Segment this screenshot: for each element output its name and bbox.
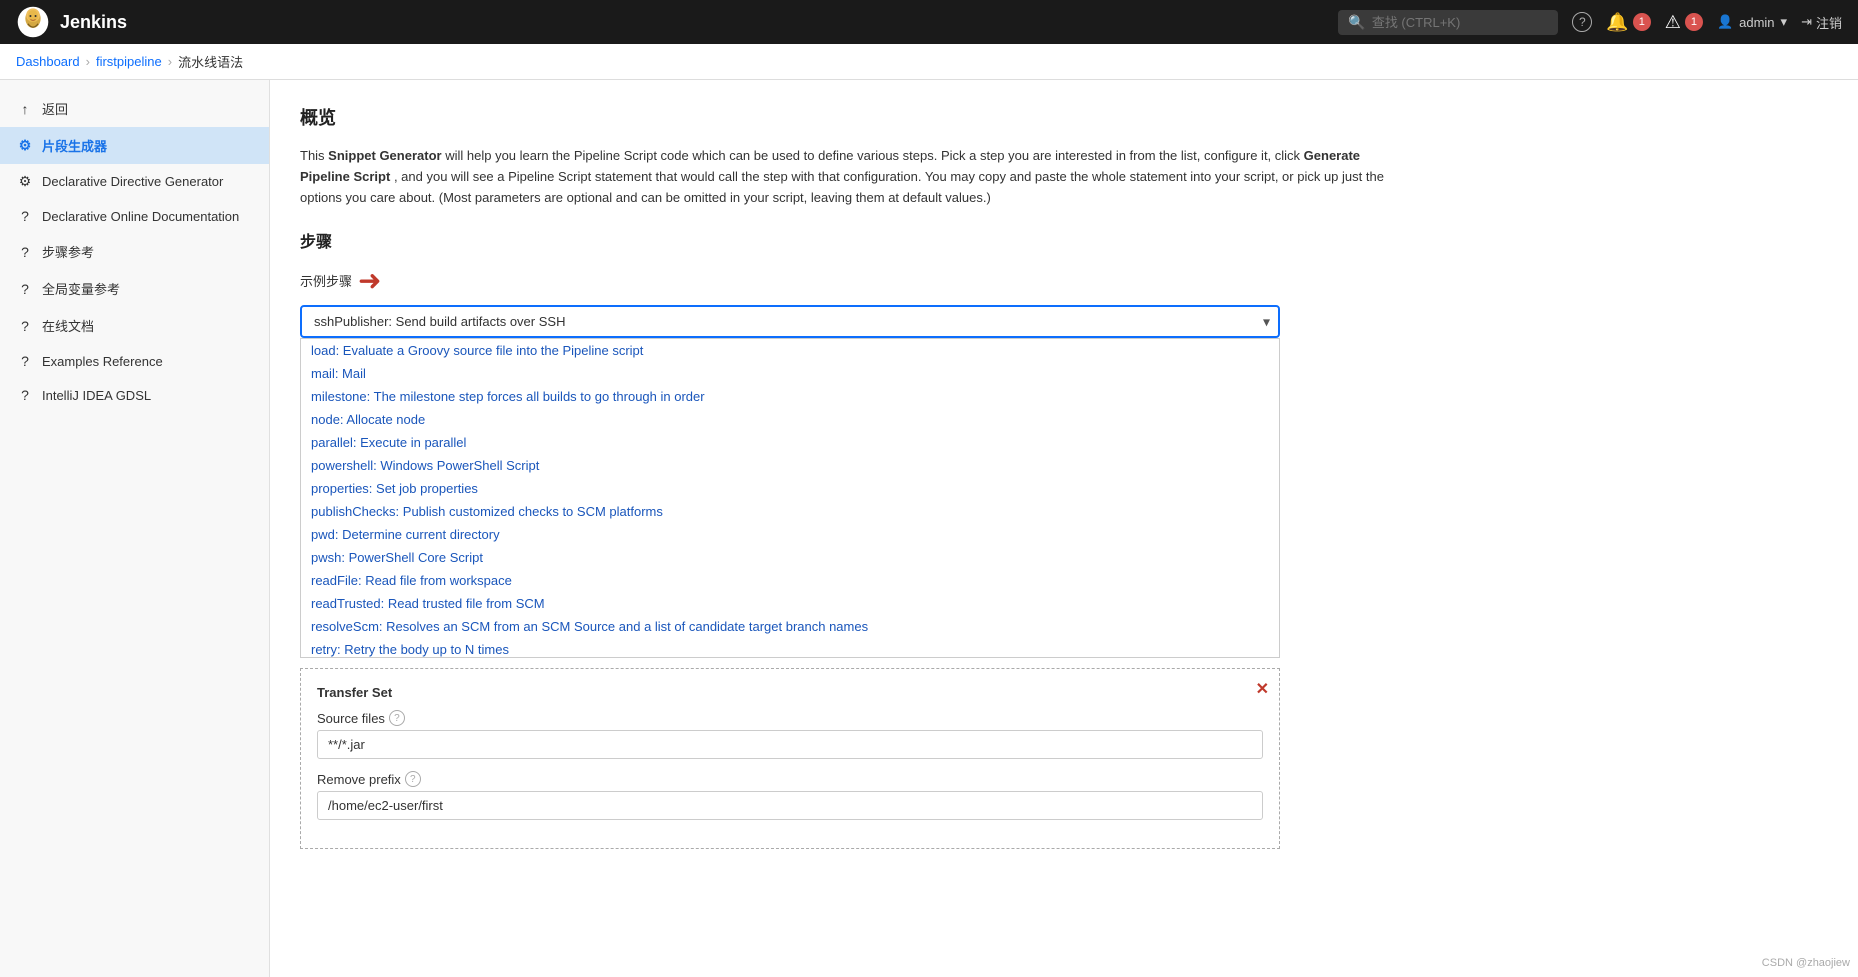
sidebar-item-intellij-gdsl[interactable]: ? IntelliJ IDEA GDSL xyxy=(0,378,269,412)
sidebar-label-declarative-online-doc: Declarative Online Documentation xyxy=(42,209,239,224)
list-item[interactable]: pwsh: PowerShell Core Script xyxy=(301,546,1279,569)
list-item[interactable]: properties: Set job properties xyxy=(301,477,1279,500)
list-item[interactable]: readFile: Read file from workspace xyxy=(301,569,1279,592)
remove-prefix-label: Remove prefix ? xyxy=(317,771,1263,787)
list-item[interactable]: powershell: Windows PowerShell Script xyxy=(301,454,1279,477)
username: admin xyxy=(1739,15,1774,30)
main-content: 概览 This Snippet Generator will help you … xyxy=(270,80,1858,977)
list-item[interactable]: publishChecks: Publish customized checks… xyxy=(301,500,1279,523)
gear-icon-2: ⚙ xyxy=(16,173,34,190)
list-item[interactable]: retry: Retry the body up to N times xyxy=(301,638,1279,658)
list-item[interactable]: pwd: Determine current directory xyxy=(301,523,1279,546)
question-icon-3: ? xyxy=(16,281,34,297)
logout-icon: ⇥ xyxy=(1801,14,1812,30)
user-icon: 👤 xyxy=(1717,14,1733,30)
breadcrumb-dashboard[interactable]: Dashboard xyxy=(16,54,80,69)
list-item[interactable]: node: Allocate node xyxy=(301,408,1279,431)
header: Jenkins 🔍 ? 🔔 1 ⚠ 1 👤 admin ▾ ⇥ 注销 xyxy=(0,0,1858,44)
bell-icon: 🔔 xyxy=(1606,12,1628,33)
transfer-set-title: Transfer Set xyxy=(317,685,1263,700)
sidebar-label-declarative-directive: Declarative Directive Generator xyxy=(42,174,223,189)
help-circle-icon[interactable]: ? xyxy=(1572,12,1592,32)
overview-text: This Snippet Generator will help you lea… xyxy=(300,146,1400,208)
search-icon: 🔍 xyxy=(1348,14,1365,31)
sidebar-label-intellij: IntelliJ IDEA GDSL xyxy=(42,388,151,403)
search-input[interactable] xyxy=(1372,15,1549,30)
sidebar-item-online-docs[interactable]: ? 在线文档 xyxy=(0,307,269,344)
logout-button[interactable]: ⇥ 注销 xyxy=(1801,13,1842,32)
sidebar-item-global-vars[interactable]: ? 全局变量参考 xyxy=(0,270,269,307)
transfer-close-button[interactable]: ✕ xyxy=(1256,679,1269,699)
question-icon-6: ? xyxy=(16,387,34,403)
breadcrumb-sep-2: › xyxy=(168,54,172,69)
list-item[interactable]: mail: Mail xyxy=(301,362,1279,385)
step-dropdown-container: sshPublisher: Send build artifacts over … xyxy=(300,305,1280,338)
warning-icon: ⚠ xyxy=(1665,12,1681,33)
sidebar-item-steps-reference[interactable]: ? 步骤参考 xyxy=(0,233,269,270)
sidebar-item-examples-reference[interactable]: ? Examples Reference xyxy=(0,344,269,378)
remove-prefix-input[interactable] xyxy=(317,791,1263,820)
sidebar: ↑ 返回 ⚙ 片段生成器 ⚙ Declarative Directive Gen… xyxy=(0,80,270,977)
snippet-generator-bold: Snippet Generator xyxy=(328,148,441,163)
source-files-field: Source files ? xyxy=(317,710,1263,759)
warning-count: 1 xyxy=(1685,13,1703,31)
step-example-arrow: 示例步骤 ➜ xyxy=(300,264,1828,297)
layout: ↑ 返回 ⚙ 片段生成器 ⚙ Declarative Directive Gen… xyxy=(0,80,1858,977)
overview-text-3: , and you will see a Pipeline Script sta… xyxy=(300,169,1384,205)
source-files-label: Source files ? xyxy=(317,710,1263,726)
list-item[interactable]: parallel: Execute in parallel xyxy=(301,431,1279,454)
gear-icon-1: ⚙ xyxy=(16,137,34,154)
source-files-help-icon[interactable]: ? xyxy=(389,710,405,726)
list-item[interactable]: resolveScm: Resolves an SCM from an SCM … xyxy=(301,615,1279,638)
sidebar-label-online-docs: 在线文档 xyxy=(42,316,94,335)
breadcrumb-current: 流水线语法 xyxy=(178,52,243,71)
sidebar-item-snippet-generator[interactable]: ⚙ 片段生成器 xyxy=(0,127,269,164)
page-title: 概览 xyxy=(300,104,1828,130)
transfer-section: ✕ Transfer Set Source files ? Remove pre… xyxy=(300,668,1280,849)
jenkins-title: Jenkins xyxy=(60,12,127,33)
header-left: Jenkins xyxy=(16,5,127,39)
dropdown-list: load: Evaluate a Groovy source file into… xyxy=(300,338,1280,658)
breadcrumb-firstpipeline[interactable]: firstpipeline xyxy=(96,54,162,69)
sidebar-item-declarative-directive[interactable]: ⚙ Declarative Directive Generator xyxy=(0,164,269,199)
list-item[interactable]: load: Evaluate a Groovy source file into… xyxy=(301,339,1279,362)
sidebar-label-snippet: 片段生成器 xyxy=(42,136,107,155)
steps-title: 步骤 xyxy=(300,228,1828,252)
remove-prefix-field: Remove prefix ? xyxy=(317,771,1263,820)
back-icon: ↑ xyxy=(16,101,34,117)
question-icon-4: ? xyxy=(16,318,34,334)
header-right: 🔍 ? 🔔 1 ⚠ 1 👤 admin ▾ ⇥ 注销 xyxy=(1338,10,1842,35)
list-item[interactable]: milestone: The milestone step forces all… xyxy=(301,385,1279,408)
step-example-label: 示例步骤 xyxy=(300,271,352,290)
breadcrumb-sep-1: › xyxy=(86,54,90,69)
sidebar-label-examples: Examples Reference xyxy=(42,354,163,369)
user-dropdown-icon: ▾ xyxy=(1781,14,1788,30)
red-arrow-icon: ➜ xyxy=(358,264,381,297)
remove-prefix-help-icon[interactable]: ? xyxy=(405,771,421,787)
overview-text-2: will help you learn the Pipeline Script … xyxy=(445,148,1303,163)
sidebar-label-steps-ref: 步骤参考 xyxy=(42,242,94,261)
list-item[interactable]: readTrusted: Read trusted file from SCM xyxy=(301,592,1279,615)
source-files-input[interactable] xyxy=(317,730,1263,759)
notification-count: 1 xyxy=(1633,13,1651,31)
question-icon-2: ? xyxy=(16,244,34,260)
watermark: CSDN @zhaojiew xyxy=(1762,957,1850,969)
jenkins-logo xyxy=(16,5,50,39)
breadcrumb: Dashboard › firstpipeline › 流水线语法 xyxy=(0,44,1858,80)
warning-badge[interactable]: ⚠ 1 xyxy=(1665,12,1703,33)
sidebar-item-declarative-online-doc[interactable]: ? Declarative Online Documentation xyxy=(0,199,269,233)
sidebar-label-back: 返回 xyxy=(42,99,68,118)
question-icon-5: ? xyxy=(16,353,34,369)
question-icon-1: ? xyxy=(16,208,34,224)
search-box[interactable]: 🔍 xyxy=(1338,10,1558,35)
user-menu[interactable]: 👤 admin ▾ xyxy=(1717,14,1787,30)
notification-badge[interactable]: 🔔 1 xyxy=(1606,12,1650,33)
sidebar-label-global-vars: 全局变量参考 xyxy=(42,279,120,298)
step-dropdown[interactable]: sshPublisher: Send build artifacts over … xyxy=(300,305,1280,338)
sidebar-item-back[interactable]: ↑ 返回 xyxy=(0,90,269,127)
